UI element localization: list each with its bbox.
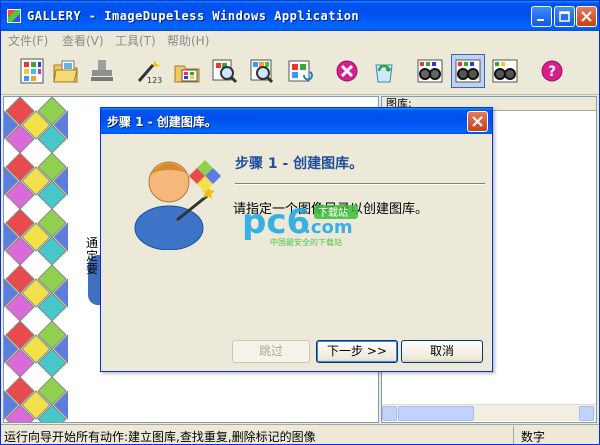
help-icon: ?	[541, 60, 563, 82]
minimize-icon	[537, 19, 544, 21]
scroll-left-button[interactable]	[382, 406, 397, 421]
close-icon	[472, 116, 483, 127]
dialog-title: 步骤 1 - 创建图库。	[107, 115, 217, 129]
toolbar-compare-alt-button[interactable]	[488, 54, 522, 88]
compare-glasses-alt-icon	[492, 59, 518, 83]
magic-wand-123-icon: 123	[137, 60, 162, 85]
menu-help[interactable]: 帮助(H)	[167, 32, 209, 49]
dialog-title-bar[interactable]: 步骤 1 - 创建图库。	[101, 108, 492, 134]
toolbar-gallery-button[interactable]	[15, 54, 49, 88]
toolbar-stamp-button[interactable]	[85, 54, 119, 88]
maximize-button[interactable]	[554, 6, 575, 27]
toolbar-folder-images-button[interactable]	[170, 54, 204, 88]
next-button[interactable]: 下一步 >>	[316, 340, 398, 363]
compare-glasses-active-icon	[455, 59, 481, 83]
minimize-button[interactable]	[531, 6, 552, 27]
watermark-logo: pc6 .com 下载站 中国最安全的下载站	[242, 202, 358, 247]
stamp-icon	[91, 60, 113, 81]
toolbar-magnify-button[interactable]	[207, 54, 241, 88]
toolbar-open-button[interactable]	[49, 54, 83, 88]
open-folder-icon	[53, 60, 78, 83]
svg-text:下载站: 下载站	[318, 206, 348, 219]
svg-text:中国最安全的下载站: 中国最安全的下载站	[270, 237, 342, 247]
toolbar-recycle-button[interactable]	[367, 54, 401, 88]
horizontal-scrollbar[interactable]	[382, 404, 596, 421]
menu-file[interactable]: 文件(F)	[8, 32, 48, 49]
status-divider	[513, 426, 514, 444]
status-mode: 数字	[521, 430, 546, 444]
dialog-divider	[235, 183, 485, 185]
skip-button[interactable]: 跳过	[232, 340, 310, 363]
wizard-person-icon	[134, 160, 221, 250]
svg-text:?: ?	[548, 64, 556, 80]
recycle-icon	[375, 64, 393, 83]
dialog-heading: 步骤 1 - 创建图库。	[235, 156, 364, 172]
cancel-button[interactable]: 取消	[401, 340, 483, 363]
toolbar: 123 ?	[1, 49, 599, 95]
close-icon	[581, 11, 592, 22]
menu-view[interactable]: 查看(V)	[62, 32, 104, 49]
svg-text:pc6: pc6	[242, 203, 310, 242]
delete-marked-icon	[336, 60, 358, 82]
close-button[interactable]	[576, 6, 597, 27]
toolbar-wizard-button[interactable]: 123	[132, 54, 166, 88]
svg-text:123: 123	[147, 76, 162, 85]
gallery-grid-icon	[20, 58, 44, 84]
toolbar-refresh-button[interactable]	[283, 54, 317, 88]
app-icon	[7, 9, 21, 23]
diamond-pattern-column	[4, 97, 68, 422]
status-text: 运行向导开始所有动作:建立图库,查找重复,删除标记的图像	[4, 430, 316, 444]
maximize-icon	[559, 11, 570, 22]
compare-glasses-icon	[417, 59, 443, 83]
watermark: pc6 .com 下载站 中国最安全的下载站	[242, 202, 364, 247]
scroll-right-button[interactable]	[579, 406, 594, 421]
status-bar: 运行向导开始所有动作:建立图库,查找重复,删除标记的图像 数字	[1, 424, 599, 444]
menu-bar: 文件(F) 查看(V) 工具(T) 帮助(H)	[1, 31, 599, 49]
toolbar-compare-button[interactable]	[413, 54, 447, 88]
search-images-icon	[250, 59, 274, 84]
folder-images-icon	[174, 65, 200, 83]
refresh-images-icon	[288, 60, 313, 82]
title-bar[interactable]: GALLERY - ImageDupeless Windows Applicat…	[1, 1, 599, 31]
toolbar-delete-button[interactable]	[330, 54, 364, 88]
scroll-thumb[interactable]	[398, 406, 474, 421]
toolbar-search-button[interactable]	[245, 54, 279, 88]
toolbar-compare-active-button[interactable]	[451, 54, 485, 88]
svg-text:.com: .com	[304, 217, 353, 238]
window-title: GALLERY - ImageDupeless Windows Applicat…	[27, 9, 360, 23]
dialog-close-button[interactable]	[467, 111, 488, 132]
menu-tools[interactable]: 工具(T)	[115, 32, 156, 49]
toolbar-help-button[interactable]: ?	[535, 54, 569, 88]
magnify-image-icon	[212, 59, 238, 84]
